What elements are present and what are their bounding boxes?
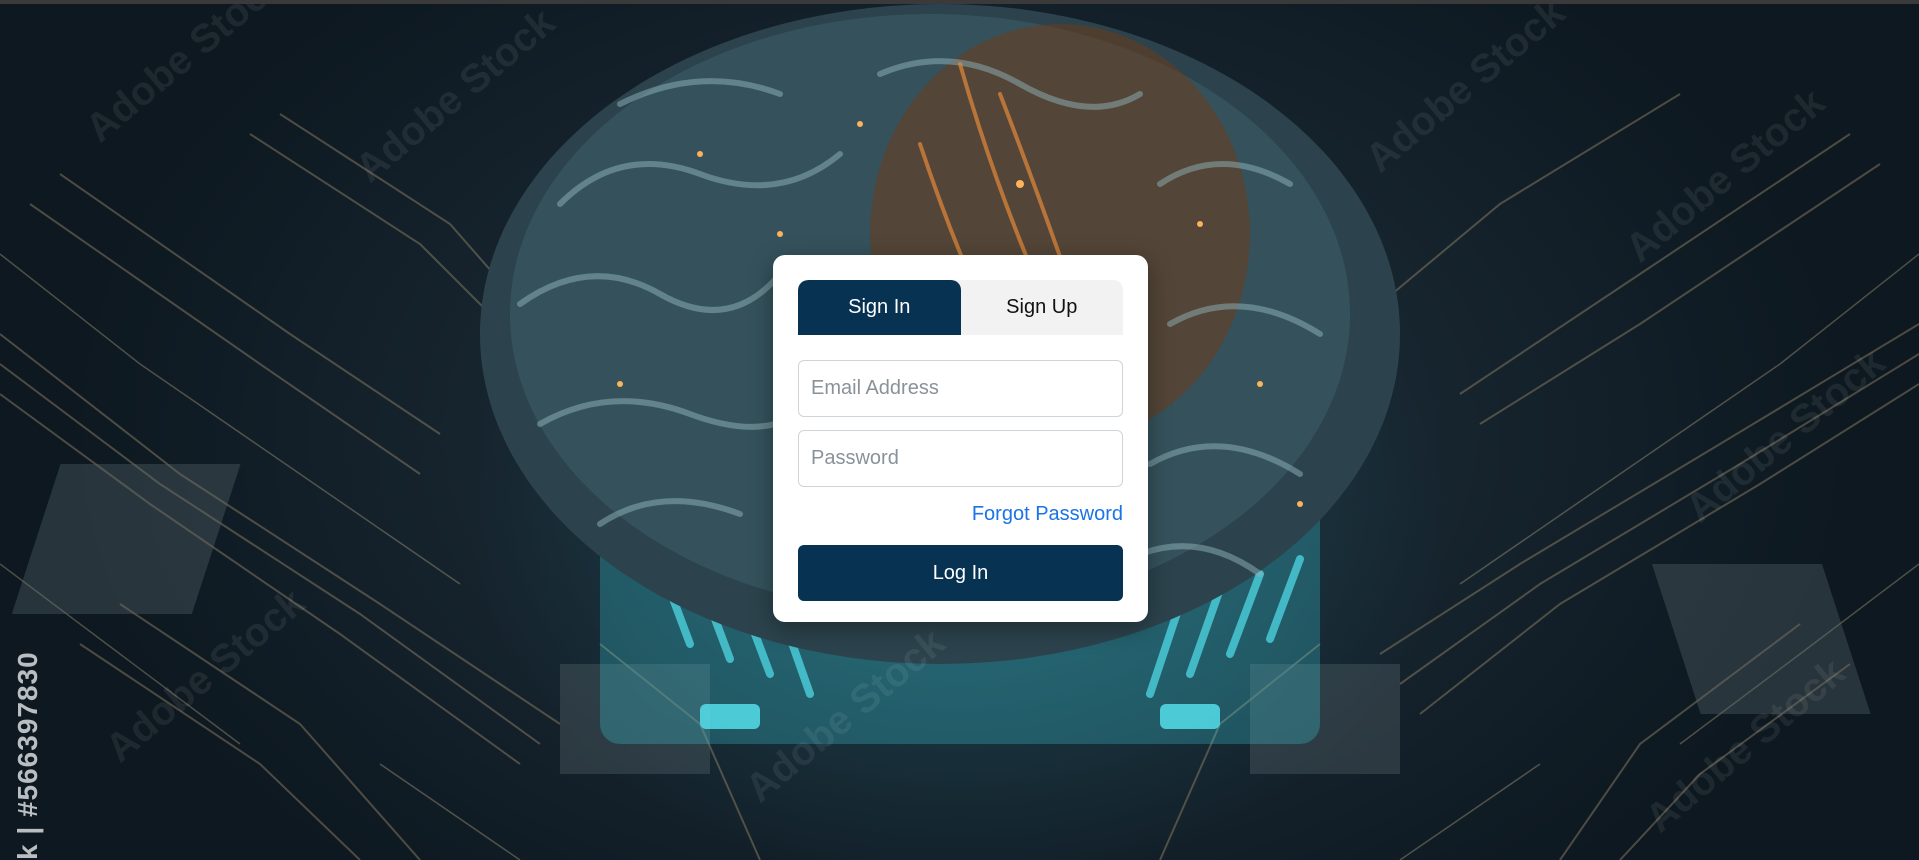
- email-field[interactable]: [798, 360, 1123, 417]
- tab-sign-up[interactable]: Sign Up: [961, 280, 1124, 335]
- svg-text:Adobe Stock: Adobe Stock: [348, 4, 564, 191]
- login-card: Sign In Sign Up Forgot Password Log In: [773, 255, 1148, 622]
- forgot-password-link[interactable]: Forgot Password: [972, 503, 1123, 525]
- svg-text:Adobe Stock: Adobe Stock: [78, 4, 294, 151]
- svg-text:Adobe Stock: Adobe Stock: [1678, 340, 1894, 531]
- forgot-row: Forgot Password: [798, 503, 1123, 527]
- stock-id-text: k | #566397830: [12, 651, 43, 860]
- log-in-button[interactable]: Log In: [798, 545, 1123, 601]
- stock-id-watermark: k | #566397830: [12, 651, 44, 860]
- auth-tabs: Sign In Sign Up: [798, 280, 1123, 335]
- svg-text:Adobe Stock: Adobe Stock: [1358, 4, 1574, 181]
- svg-text:Adobe Stock: Adobe Stock: [1618, 80, 1834, 271]
- password-field[interactable]: [798, 430, 1123, 487]
- tab-sign-in[interactable]: Sign In: [798, 280, 961, 335]
